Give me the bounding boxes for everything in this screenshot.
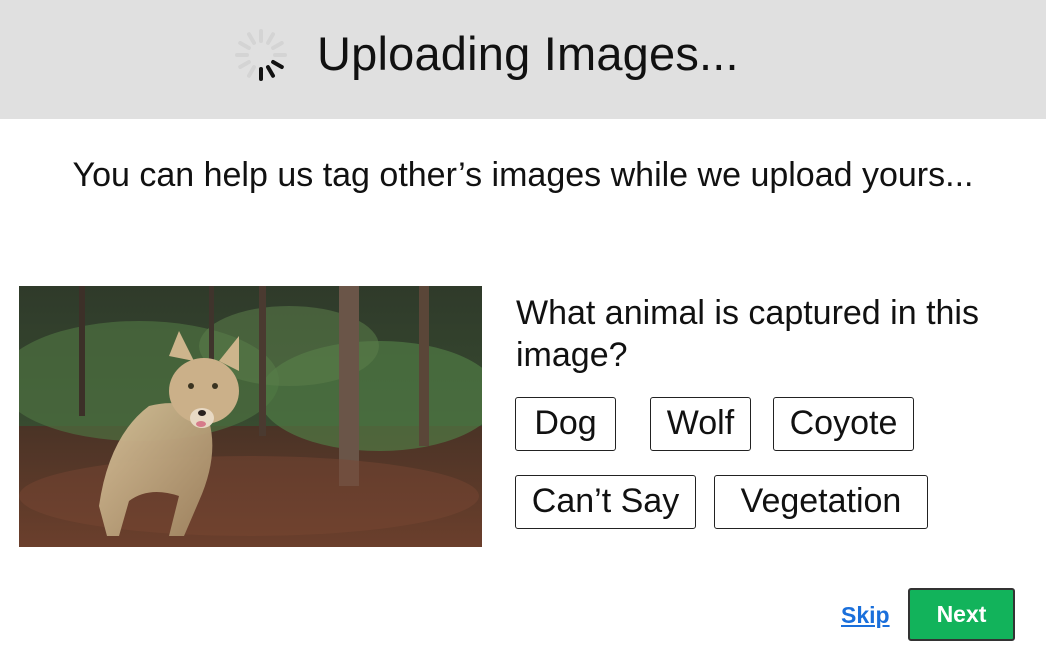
- option-wolf-button[interactable]: Wolf: [650, 397, 751, 451]
- coyote-in-forest-photo: [19, 286, 482, 547]
- option-vegetation-button[interactable]: Vegetation: [714, 475, 928, 529]
- next-button[interactable]: Next: [908, 588, 1015, 641]
- skip-link[interactable]: Skip: [841, 600, 890, 630]
- subtitle-text: You can help us tag other’s images while…: [72, 156, 974, 194]
- question-text: What animal is captured in this image?: [516, 294, 979, 374]
- upload-status-header: Uploading Images...: [0, 0, 1046, 119]
- page-title: Uploading Images...: [317, 27, 739, 80]
- option-coyote-button[interactable]: Coyote: [773, 397, 914, 451]
- animal-photo: [19, 286, 482, 547]
- option-cant-say-button[interactable]: Can’t Say: [515, 475, 696, 529]
- loading-spinner-icon: [235, 29, 287, 81]
- option-dog-button[interactable]: Dog: [515, 397, 616, 451]
